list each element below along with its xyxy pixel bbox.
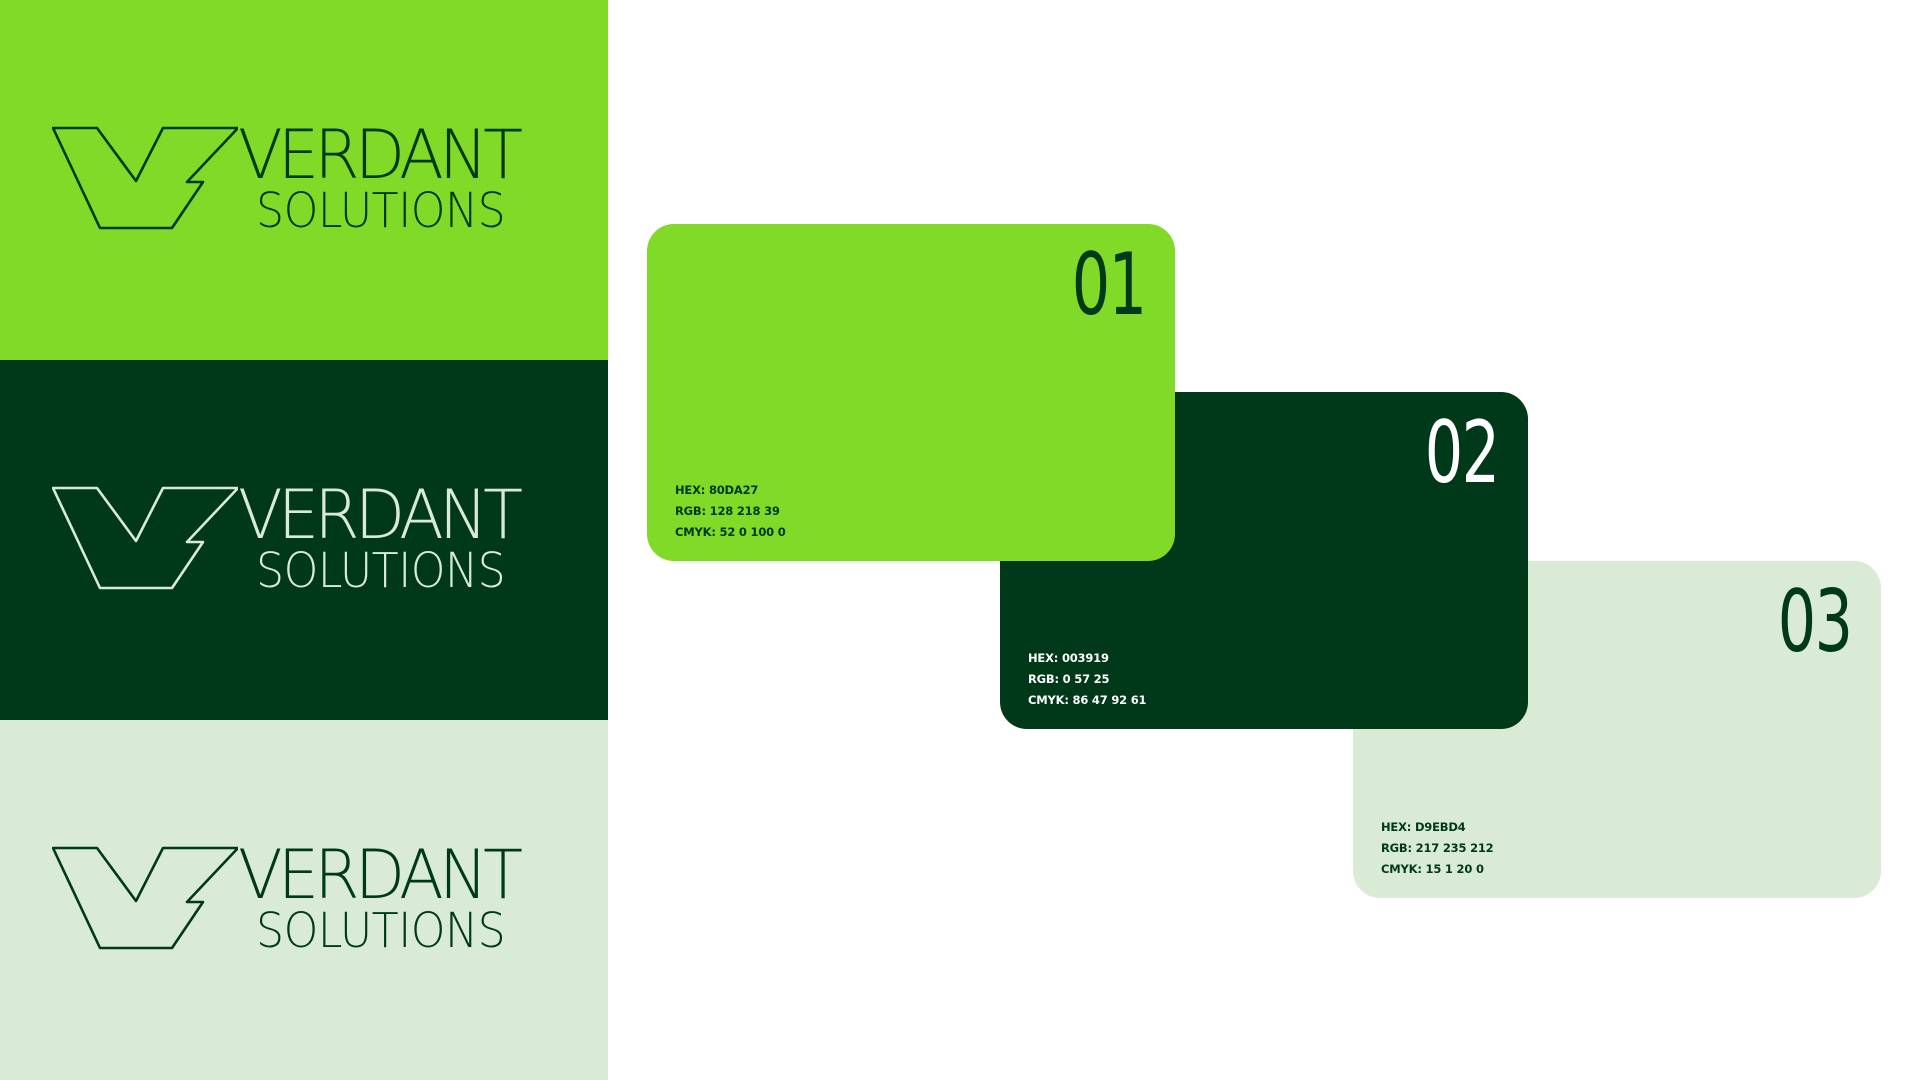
logo-panel-pale-green: VERDANT SOLUTIONS bbox=[0, 720, 608, 1080]
swatch-number: 02 bbox=[1424, 403, 1499, 503]
swatch-rgb-value: RGB: 217 235 212 bbox=[1381, 841, 1494, 855]
swatch-number: 01 bbox=[1071, 235, 1146, 335]
vs-monogram-icon bbox=[52, 486, 238, 590]
vs-monogram-icon bbox=[52, 126, 238, 230]
swatch-cmyk-value: CMYK: 52 0 100 0 bbox=[675, 525, 786, 539]
swatch-number: 03 bbox=[1777, 572, 1852, 672]
swatch-cmyk-value: CMYK: 15 1 20 0 bbox=[1381, 862, 1484, 876]
swatch-hex-value: HEX: 80DA27 bbox=[675, 483, 759, 497]
swatch-cmyk-value: CMYK: 86 47 92 61 bbox=[1028, 693, 1147, 707]
swatch-rgb-value: RGB: 0 57 25 bbox=[1028, 672, 1110, 686]
logo-wordmark-line-1: VERDANT bbox=[238, 116, 523, 195]
logo-wordmark-line-2: SOLUTIONS bbox=[256, 543, 506, 599]
brand-color-palette-page: VERDANT SOLUTIONS VERDANT SOLUTIONS VERD… bbox=[0, 0, 1920, 1080]
logo-panel-dark-green: VERDANT SOLUTIONS bbox=[0, 360, 608, 720]
logo-wordmark-line-2: SOLUTIONS bbox=[256, 903, 506, 959]
swatch-rgb-value: RGB: 128 218 39 bbox=[675, 504, 780, 518]
swatch-specs: HEX: 80DA27 RGB: 128 218 39 CMYK: 52 0 1… bbox=[675, 480, 786, 543]
swatch-hex-value: HEX: D9EBD4 bbox=[1381, 820, 1466, 834]
logo-wordmark-line-1: VERDANT bbox=[238, 836, 523, 915]
logo-wordmark-line-2: SOLUTIONS bbox=[256, 183, 506, 239]
logo-panel-light-green: VERDANT SOLUTIONS bbox=[0, 0, 608, 360]
logo-wordmark-line-1: VERDANT bbox=[238, 476, 523, 555]
swatch-specs: HEX: D9EBD4 RGB: 217 235 212 CMYK: 15 1 … bbox=[1381, 817, 1494, 880]
color-swatch-card-01: 01 HEX: 80DA27 RGB: 128 218 39 CMYK: 52 … bbox=[647, 224, 1175, 561]
swatch-specs: HEX: 003919 RGB: 0 57 25 CMYK: 86 47 92 … bbox=[1028, 648, 1147, 711]
vs-monogram-icon bbox=[52, 846, 238, 950]
swatch-hex-value: HEX: 003919 bbox=[1028, 651, 1109, 665]
